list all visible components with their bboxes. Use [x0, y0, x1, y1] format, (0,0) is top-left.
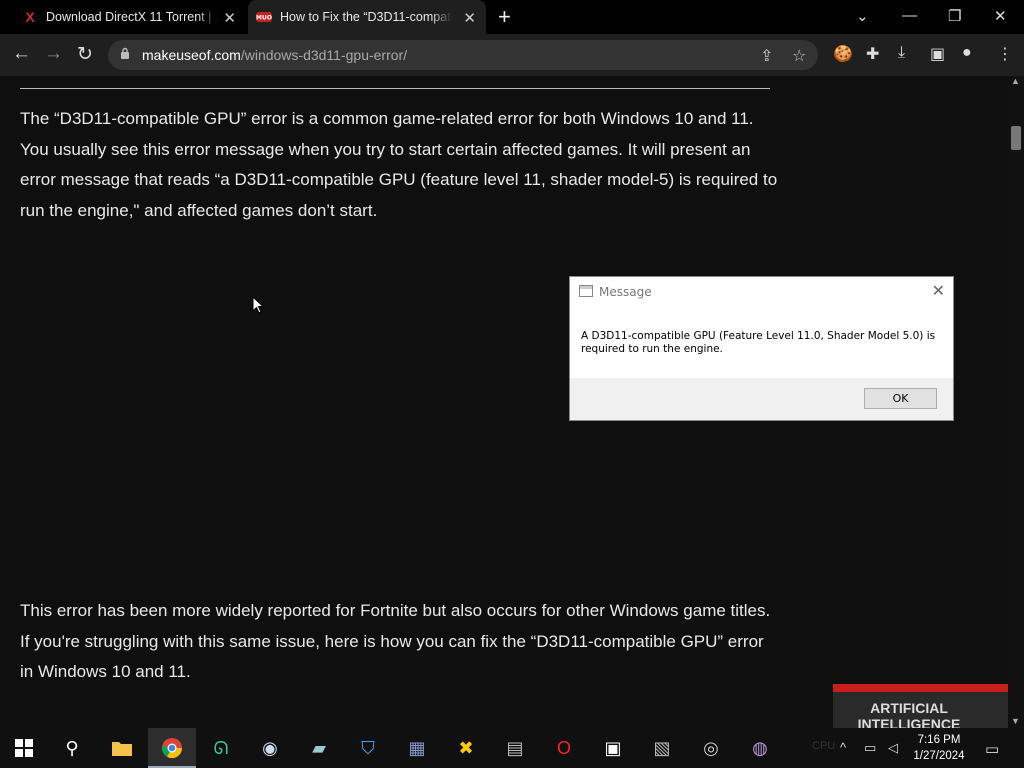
url-path: /windows-d3d11-gpu-error/: [240, 47, 408, 63]
network-icon[interactable]: ▭: [864, 740, 876, 756]
x-logo-icon: X: [25, 9, 35, 25]
tab-download-directx[interactable]: X Download DirectX 11 Torrent | 1 ✕: [14, 0, 246, 34]
profile-avatar-icon[interactable]: ●: [962, 44, 972, 62]
obs-icon[interactable]: ◎: [699, 736, 723, 760]
forward-icon[interactable]: →: [44, 43, 63, 65]
volume-muted-icon[interactable]: ◁: [888, 740, 898, 756]
promo-card[interactable]: ARTIFICIAL INTELLIGENCE: [833, 684, 1008, 728]
tab-title: Download DirectX 11 Torrent | 1: [46, 10, 218, 24]
extensions-puzzle-icon[interactable]: ✚: [866, 44, 879, 64]
defender-shield-icon[interactable]: ⛉: [356, 736, 380, 760]
close-window-icon[interactable]: ✕: [994, 7, 1007, 25]
url-text: makeuseof.com/windows-d3d11-gpu-error/: [142, 47, 407, 63]
steam-icon[interactable]: ◉: [258, 736, 282, 760]
divider: [20, 88, 770, 89]
notification-center-icon[interactable]: ▭: [985, 740, 999, 758]
menu-kebab-icon[interactable]: ⋮: [997, 44, 1013, 64]
dialog-footer: OK: [570, 378, 953, 420]
clock-date: 1/27/2024: [913, 750, 965, 762]
back-icon[interactable]: ←: [12, 43, 31, 65]
opera-icon[interactable]: O: [552, 736, 576, 760]
restore-icon[interactable]: ❐: [948, 7, 961, 25]
new-tab-icon[interactable]: +: [498, 4, 511, 30]
close-tab-icon[interactable]: ✕: [223, 9, 236, 27]
mouse-cursor-icon: [252, 296, 264, 314]
lock-icon[interactable]: [120, 47, 130, 59]
search-icon[interactable]: ⚲: [60, 736, 84, 760]
url-host: makeuseof.com: [142, 47, 241, 63]
cookie-extension-icon[interactable]: 🍪: [833, 44, 853, 64]
app-files-icon[interactable]: ▤: [503, 736, 527, 760]
share-icon[interactable]: ⇪: [760, 46, 773, 66]
window-app-icon: [579, 285, 593, 297]
reload-icon[interactable]: ↻: [77, 43, 93, 66]
tab-how-to-fix[interactable]: MUO How to Fix the “D3D11-compatib ✕: [248, 0, 486, 34]
xbox-app-icon[interactable]: ✖: [454, 736, 478, 760]
app-globe-icon[interactable]: ◍: [748, 736, 772, 760]
svg-text:MUO: MUO: [256, 15, 272, 22]
minimize-icon[interactable]: —: [902, 7, 917, 24]
camera-icon[interactable]: ▣: [601, 736, 625, 760]
windows-taskbar: ⚲ ᘏ ◉ ▰ ⛉ ▦ ✖ ▤ O ▣ ▧ ◎ ◍ CPU ^ ▭ ◁ 7:16…: [0, 728, 1024, 768]
device-manager-icon[interactable]: ▦: [405, 736, 429, 760]
download-icon[interactable]: ⤓: [898, 44, 905, 62]
dialog-message: A D3D11-compatible GPU (Feature Level 11…: [581, 330, 936, 355]
muo-logo-icon: MUO: [256, 9, 272, 25]
side-panel-icon[interactable]: ▣: [930, 44, 945, 64]
article-paragraph-intro: The “D3D11-compatible GPU” error is a co…: [20, 109, 778, 220]
promo-label: ARTIFICIAL INTELLIGENCE: [857, 700, 961, 728]
ok-button[interactable]: OK: [864, 388, 937, 409]
app-green-icon[interactable]: ᘏ: [209, 736, 233, 760]
scroll-down-icon[interactable]: ▼: [1011, 716, 1020, 726]
tab-strip: X Download DirectX 11 Torrent | 1 ✕ MUO …: [0, 0, 1024, 34]
bookmark-star-icon[interactable]: ☆: [792, 46, 806, 66]
error-message-dialog: Message ✕ A D3D11-compatible GPU (Featur…: [569, 276, 954, 421]
windows-start-icon[interactable]: [12, 736, 36, 760]
page-scrollbar[interactable]: ▲ ▼: [1008, 76, 1024, 728]
dialog-title: Message: [599, 285, 652, 299]
close-tab-icon[interactable]: ✕: [463, 9, 476, 27]
article-paragraph-fortnite: This error has been more widely reported…: [20, 601, 771, 681]
scroll-up-icon[interactable]: ▲: [1011, 76, 1020, 86]
app-tablet-icon[interactable]: ▰: [307, 736, 331, 760]
file-explorer-icon[interactable]: [110, 736, 134, 760]
dialog-close-icon[interactable]: ✕: [932, 281, 945, 300]
app-tools-icon[interactable]: ▧: [650, 736, 674, 760]
system-clock[interactable]: 7:16 PM 1/27/2024: [910, 732, 968, 764]
browser-toolbar: ← → ↻ makeuseof.com/windows-d3d11-gpu-er…: [0, 34, 1024, 76]
address-bar[interactable]: makeuseof.com/windows-d3d11-gpu-error/ ⇪…: [108, 40, 818, 70]
cpu-monitor-text: CPU: [812, 740, 836, 752]
tray-overflow-chevron-icon[interactable]: ^: [840, 740, 846, 755]
tab-search-chevron-icon[interactable]: ⌄: [856, 7, 869, 25]
chrome-icon[interactable]: [160, 736, 184, 760]
scroll-thumb[interactable]: [1011, 126, 1021, 150]
clock-time: 7:16 PM: [917, 734, 961, 746]
tab-title: How to Fix the “D3D11-compatib: [280, 10, 452, 24]
